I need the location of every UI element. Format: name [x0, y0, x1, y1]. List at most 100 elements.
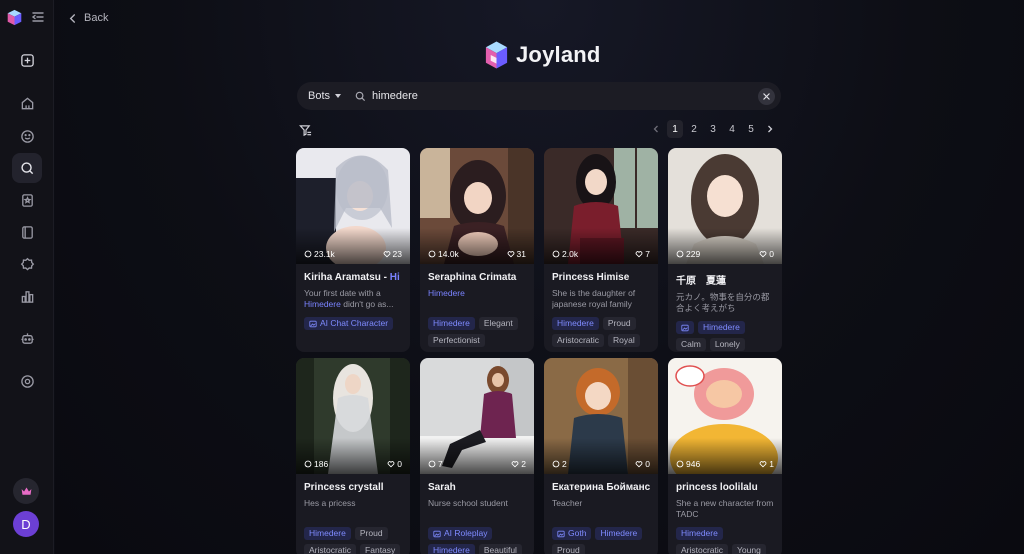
- tag[interactable]: Young: [732, 544, 766, 554]
- bot-name: Seraphina Crimata: [428, 272, 517, 283]
- bot-name: Sarah: [428, 482, 456, 493]
- crown-icon: [21, 486, 31, 495]
- tag[interactable]: Calm: [676, 338, 706, 351]
- page-1-button[interactable]: 1: [667, 120, 683, 138]
- page-3-button[interactable]: 3: [705, 120, 721, 138]
- user-avatar[interactable]: D: [13, 511, 39, 537]
- like-count: 1: [759, 459, 774, 469]
- like-count: 2: [511, 459, 526, 469]
- joyland-logo-icon[interactable]: [6, 9, 23, 26]
- tag[interactable]: Lonely: [709, 338, 745, 351]
- tag[interactable]: Perfectionist: [428, 334, 485, 347]
- search-type-label: Bots: [308, 90, 331, 102]
- chat-face-icon: [20, 129, 34, 143]
- main-content: Back Joyland Bots himedere 1 2 3 4 5 23.…: [55, 0, 1024, 554]
- bot-avatar-image: 946 1: [668, 358, 782, 474]
- sidebar-item-search[interactable]: [12, 153, 42, 183]
- settings-circle-icon: [20, 374, 34, 388]
- filter-button[interactable]: [299, 124, 312, 137]
- page-2-button[interactable]: 2: [686, 120, 702, 138]
- bot-avatar-image: 23.1k 23: [296, 148, 410, 264]
- robot-icon: [20, 332, 34, 344]
- tag[interactable]: Himedere: [304, 527, 351, 540]
- bot-card[interactable]: 186 0 Princess crystall Hes a pricess Hi…: [296, 358, 410, 554]
- bot-card[interactable]: 23.1k 23 Kiriha Aramatsu - Hi Your first…: [296, 148, 410, 352]
- bot-card[interactable]: 946 1 princess loolilalu She a new chara…: [668, 358, 782, 554]
- like-count: 23: [383, 249, 402, 259]
- tag[interactable]: Aristocratic: [304, 544, 357, 554]
- bot-card[interactable]: 14.0k 31 Seraphina Crimata Himedere Hime…: [420, 148, 534, 352]
- search-type-dropdown[interactable]: Bots: [297, 82, 351, 110]
- bar-chart-icon: [21, 290, 33, 303]
- tag[interactable]: [676, 321, 694, 334]
- sidebar-item-home[interactable]: [12, 88, 42, 118]
- tag-list: AI Chat Character: [304, 317, 402, 330]
- page-5-button[interactable]: 5: [743, 120, 759, 138]
- tag[interactable]: Fantasy: [360, 544, 401, 554]
- pagination: 1 2 3 4 5: [648, 120, 778, 138]
- brand-name: Joyland: [516, 42, 601, 67]
- bot-avatar-image: 2 0: [544, 358, 658, 474]
- tag[interactable]: Himedere: [552, 317, 599, 330]
- bot-description: Himedere: [428, 288, 465, 298]
- bot-name: 千原 夏蓮: [676, 276, 726, 287]
- heart-icon: [387, 461, 395, 468]
- sidebar-item-rankings[interactable]: [12, 281, 42, 311]
- tag[interactable]: AI Roleplay: [428, 527, 493, 540]
- sidebar-item-badges[interactable]: [12, 249, 42, 279]
- sidebar-item-favorites[interactable]: [12, 185, 42, 215]
- tag[interactable]: Aristocratic: [552, 334, 605, 347]
- image-icon: [309, 320, 317, 327]
- tag[interactable]: Aristocratic: [676, 544, 729, 554]
- tag-list: Himedere Calm Lonely: [676, 321, 774, 351]
- sidebar-item-chats[interactable]: [12, 121, 42, 151]
- tag[interactable]: Proud: [552, 544, 585, 554]
- tag[interactable]: Proud: [354, 527, 388, 540]
- tag[interactable]: Elegant: [478, 317, 518, 330]
- chat-count: 2.0k: [552, 249, 578, 259]
- clear-search-button[interactable]: [758, 87, 775, 105]
- collapse-sidebar-icon[interactable]: [31, 10, 45, 24]
- tag[interactable]: Himedere: [698, 321, 745, 334]
- tag[interactable]: Royal: [608, 334, 640, 347]
- tag[interactable]: Goth: [552, 527, 592, 540]
- premium-crown-button[interactable]: [13, 478, 39, 504]
- chat-count: 229: [676, 249, 700, 259]
- page-4-button[interactable]: 4: [724, 120, 740, 138]
- sidebar: D: [0, 0, 54, 554]
- create-bot-button[interactable]: [12, 45, 42, 75]
- joyland-logo-icon: [485, 41, 508, 69]
- prev-page-button[interactable]: [648, 120, 664, 138]
- chevron-right-icon: [768, 125, 773, 133]
- chat-count: 186: [304, 459, 328, 469]
- chat-bubble-icon: [428, 460, 436, 468]
- heart-icon: [507, 251, 514, 258]
- heart-icon: [635, 251, 643, 258]
- back-button[interactable]: Back: [67, 9, 108, 27]
- chat-bubble-icon: [552, 460, 560, 468]
- search-input[interactable]: [372, 82, 758, 110]
- tag[interactable]: Himedere: [428, 544, 475, 554]
- tag[interactable]: Himedere: [595, 527, 643, 540]
- sidebar-item-bots[interactable]: [12, 323, 42, 353]
- bot-name: princess loolilalu: [676, 482, 758, 493]
- heart-icon: [759, 251, 767, 258]
- tag[interactable]: Himedere: [428, 317, 475, 330]
- heart-icon: [759, 461, 767, 468]
- next-page-button[interactable]: [762, 120, 778, 138]
- tag[interactable]: Himedere: [676, 527, 723, 540]
- tag[interactable]: Beautiful: [478, 544, 522, 554]
- sidebar-item-settings[interactable]: [12, 366, 42, 396]
- bot-name: Princess crystall: [304, 482, 384, 493]
- bot-card[interactable]: 7 2 Sarah Nurse school student AI Rolepl…: [420, 358, 534, 554]
- sidebar-item-library[interactable]: [12, 217, 42, 247]
- bot-description: 元カノ。物事を自分の都合よく考えがち: [676, 292, 770, 313]
- bot-card[interactable]: 2 0 Екатерина Бойманс Teacher Goth Himed…: [544, 358, 658, 554]
- tag[interactable]: AI Chat Character: [304, 317, 394, 330]
- bot-card[interactable]: 2.0k 7 Princess Himise She is the daught…: [544, 148, 658, 352]
- search-icon: [20, 161, 33, 174]
- bot-card[interactable]: 229 0 千原 夏蓮 元カノ。物事を自分の都合よく考えがち Himedere …: [668, 148, 782, 352]
- tag[interactable]: Proud: [602, 317, 636, 330]
- search-icon: [355, 91, 366, 101]
- chat-bubble-icon: [676, 460, 684, 468]
